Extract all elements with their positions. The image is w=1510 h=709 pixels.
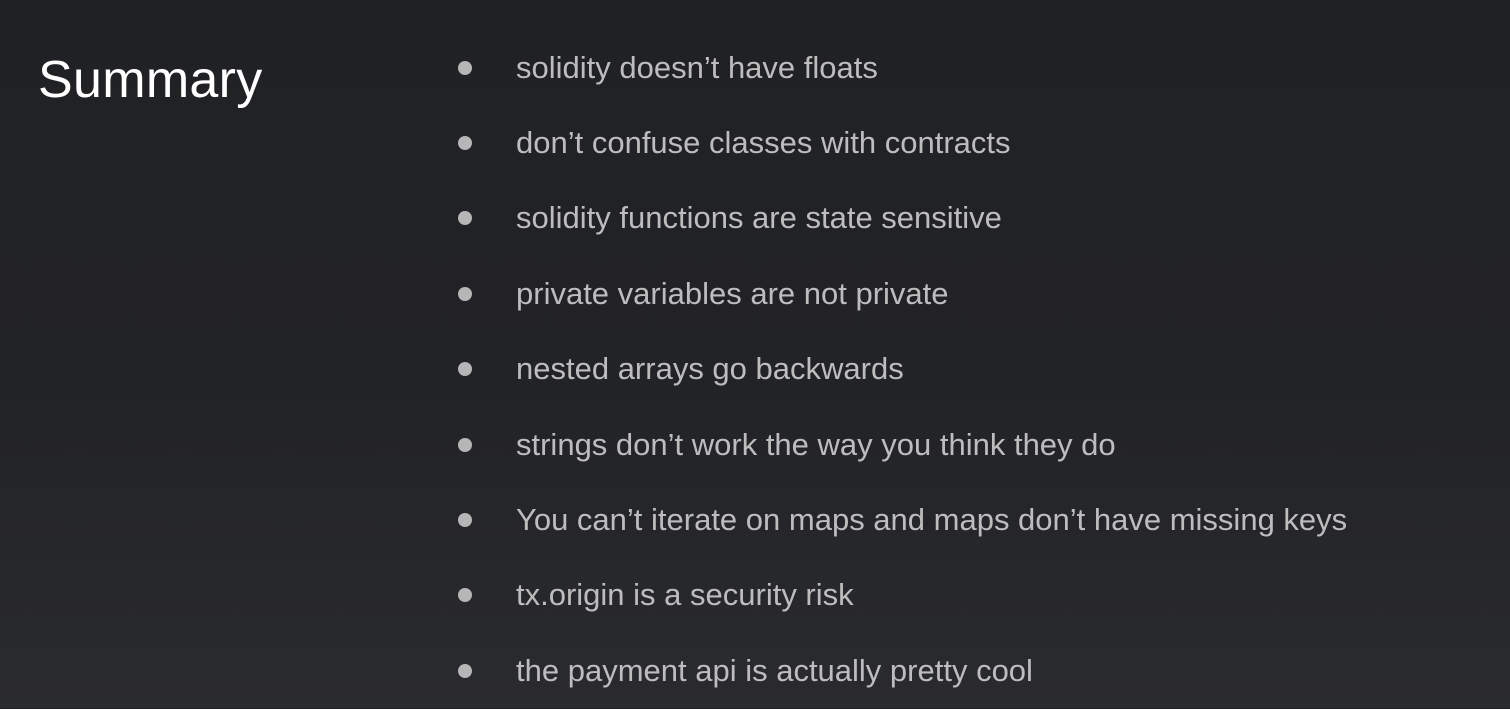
bullet-dot-icon — [458, 513, 472, 528]
bullet-text: nested arrays go backwards — [516, 351, 904, 387]
bullet-item: You can’t iterate on maps and maps don’t… — [455, 482, 1347, 557]
bullet-item: private variables are not private — [455, 256, 1347, 331]
slide-title: Summary — [38, 51, 263, 109]
bullet-dot-icon — [458, 211, 472, 226]
bullet-dot-icon — [458, 286, 472, 301]
bullet-item: tx.origin is a security risk — [455, 558, 1347, 633]
bullet-item: don’t confuse classes with contracts — [455, 105, 1347, 180]
bullet-item: the payment api is actually pretty cool — [455, 633, 1347, 708]
bullet-dot-icon — [458, 136, 472, 151]
bullet-text: tx.origin is a security risk — [516, 577, 854, 613]
bullet-text: solidity doesn’t have floats — [516, 49, 878, 85]
bullet-text: the payment api is actually pretty cool — [516, 652, 1033, 688]
bullet-item: strings don’t work the way you think the… — [455, 407, 1347, 482]
bullet-dot-icon — [458, 60, 472, 75]
bullet-text: solidity functions are state sensitive — [516, 200, 1002, 236]
bullet-dot-icon — [458, 588, 472, 603]
bullet-item: solidity doesn’t have floats — [455, 30, 1347, 105]
bullet-text: strings don’t work the way you think the… — [516, 426, 1116, 462]
bullet-item: nested arrays go backwards — [455, 332, 1347, 407]
bullet-text: don’t confuse classes with contracts — [516, 125, 1011, 161]
bullet-list: solidity doesn’t have floats don’t confu… — [455, 30, 1347, 709]
bullet-text: You can’t iterate on maps and maps don’t… — [516, 502, 1348, 538]
bullet-text: private variables are not private — [516, 275, 949, 311]
bullet-dot-icon — [458, 362, 472, 377]
bullet-dot-icon — [458, 663, 472, 678]
bullet-item: solidity functions are state sensitive — [455, 181, 1347, 256]
presentation-slide: Summary solidity doesn’t have floats don… — [0, 0, 1510, 708]
bullet-dot-icon — [458, 437, 472, 452]
